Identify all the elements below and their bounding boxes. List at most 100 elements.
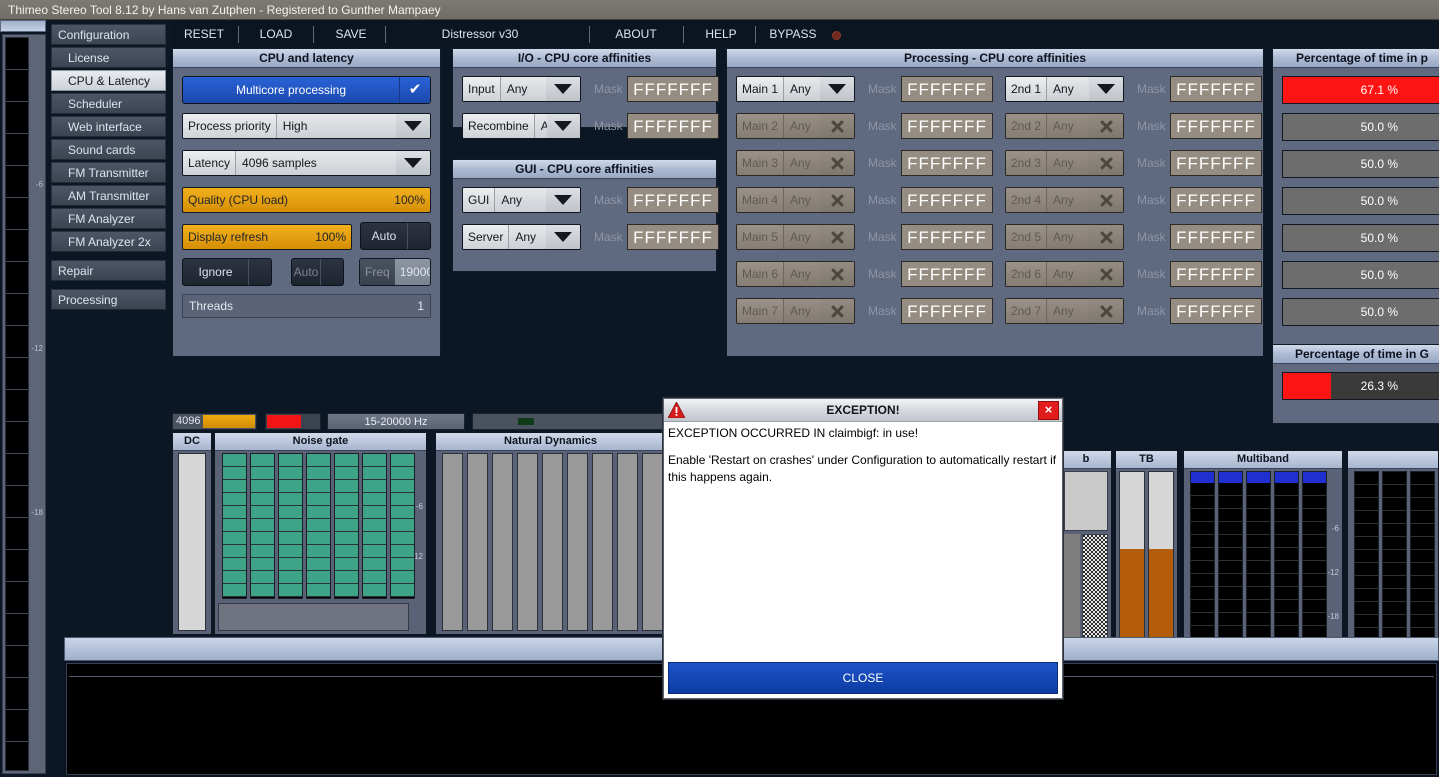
noise-gate-band[interactable] (222, 453, 247, 599)
mask-value[interactable]: FFFFFFF (627, 187, 719, 213)
natural-dynamics-band[interactable] (567, 453, 588, 631)
affinity-select-recombine[interactable]: RecombineAny (462, 113, 581, 139)
mask-value[interactable]: FFFFFFF (1170, 261, 1262, 287)
mask-value[interactable]: FFFFFFF (627, 224, 719, 250)
toolbar-bypass[interactable]: BYPASS (760, 20, 826, 48)
multiband-band[interactable] (1246, 471, 1271, 652)
chevron-down-icon[interactable] (396, 114, 430, 138)
ignore-auto-button[interactable]: Auto (291, 258, 344, 286)
affinity-select-2nd-6[interactable]: 2nd 6 Any (1005, 261, 1124, 287)
noise-gate-band[interactable] (306, 453, 331, 599)
close-button[interactable]: CLOSE (668, 662, 1058, 694)
multiband-band[interactable] (1190, 471, 1215, 652)
affinity-select-server[interactable]: Server Any (462, 224, 581, 250)
clear-x-icon[interactable] (1089, 151, 1123, 175)
natural-dynamics-band[interactable] (442, 453, 463, 631)
process-priority-select[interactable]: Process priority High (182, 113, 431, 139)
percentage-bar[interactable]: 50.0 % (1282, 224, 1439, 252)
noise-gate-band[interactable] (334, 453, 359, 599)
natural-dynamics-band[interactable] (467, 453, 488, 631)
percentage-bar[interactable]: 67.1 % (1282, 76, 1439, 104)
noise-gate-threshold-track[interactable] (218, 603, 409, 631)
percentage-bar[interactable]: 26.3 % (1282, 372, 1439, 400)
ignore-button[interactable]: Ignore (182, 258, 272, 286)
natural-dynamics-band[interactable] (617, 453, 638, 631)
toolbar-about[interactable]: ABOUT (594, 20, 678, 48)
chevron-down-icon[interactable] (546, 225, 580, 249)
sidebar-item-cpu-latency[interactable]: CPU & Latency (51, 70, 166, 91)
sidebar-item-fm-analyzer[interactable]: FM Analyzer (51, 208, 166, 229)
sidebar-item-sound-cards[interactable]: Sound cards (51, 139, 166, 160)
affinity-select-2nd-1[interactable]: 2nd 1 Any (1005, 76, 1124, 102)
affinity-select-input[interactable]: Input Any (462, 76, 581, 102)
noise-gate-band[interactable] (362, 453, 387, 599)
mask-value[interactable]: FFFFFFF (627, 113, 719, 139)
percentage-bar[interactable]: 50.0 % (1282, 113, 1439, 141)
latency-select[interactable]: Latency 4096 samples (182, 150, 431, 176)
sidebar-item-web-interface[interactable]: Web interface (51, 116, 166, 137)
affinity-select-2nd-5[interactable]: 2nd 5 Any (1005, 224, 1124, 250)
natural-dynamics-band[interactable] (517, 453, 538, 631)
chevron-down-icon[interactable] (546, 114, 580, 138)
mask-value[interactable]: FFFFFFF (1170, 187, 1262, 213)
clear-x-icon[interactable] (1089, 114, 1123, 138)
sidebar-item-fm-transmitter[interactable]: FM Transmitter (51, 162, 166, 183)
threads-row[interactable]: Threads 1 (182, 294, 431, 318)
mask-value[interactable]: FFFFFFF (1170, 298, 1262, 324)
ignore-slot[interactable] (248, 259, 271, 285)
percentage-bar[interactable]: 50.0 % (1282, 150, 1439, 178)
meter-band[interactable] (1354, 471, 1379, 654)
affinity-select-2nd-4[interactable]: 2nd 4 Any (1005, 187, 1124, 213)
clip-indicator[interactable] (265, 413, 321, 430)
noise-gate-band[interactable] (278, 453, 303, 599)
toolbar-reset[interactable]: RESET (171, 20, 237, 48)
chevron-down-icon[interactable] (546, 77, 580, 101)
chevron-down-icon[interactable] (396, 151, 430, 175)
percentage-bar[interactable]: 50.0 % (1282, 261, 1439, 289)
mask-value[interactable]: FFFFFFF (627, 76, 719, 102)
sidebar-item-license[interactable]: License (51, 47, 166, 68)
mask-value[interactable]: FFFFFFF (1170, 113, 1262, 139)
sidebar-item-fm-analyzer-2x[interactable]: FM Analyzer 2x (51, 231, 166, 252)
multiband-band[interactable] (1302, 471, 1327, 652)
mask-value[interactable]: FFFFFFF (1170, 224, 1262, 250)
clear-x-icon[interactable] (1089, 299, 1123, 323)
meter-band[interactable] (1410, 471, 1435, 654)
noise-gate-band[interactable] (390, 453, 415, 599)
toolbar-preset[interactable]: Distressor v30 (390, 20, 570, 48)
natural-dynamics-band[interactable] (542, 453, 563, 631)
affinity-select-2nd-3[interactable]: 2nd 3 Any (1005, 150, 1124, 176)
multiband-band[interactable] (1274, 471, 1299, 652)
toolbar-load[interactable]: LOAD (243, 20, 309, 48)
clear-x-icon[interactable] (1089, 225, 1123, 249)
chevron-down-icon[interactable] (1089, 77, 1123, 101)
toolbar-help[interactable]: HELP (688, 20, 754, 48)
meter-band[interactable] (1382, 471, 1407, 654)
toolbar-save[interactable]: SAVE (318, 20, 384, 48)
clear-x-icon[interactable] (1089, 188, 1123, 212)
natural-dynamics-band[interactable] (492, 453, 513, 631)
percentage-bar[interactable]: 50.0 % (1282, 298, 1439, 326)
affinity-select-2nd-2[interactable]: 2nd 2 Any (1005, 113, 1124, 139)
chevron-down-icon[interactable] (546, 188, 580, 212)
clear-x-icon[interactable] (1089, 262, 1123, 286)
freq-display[interactable]: Freq 19000 Hz (359, 258, 431, 286)
quality-cpu-load-slider[interactable]: Quality (CPU load) 100% (182, 187, 431, 213)
affinity-select-gui[interactable]: GUI Any (462, 187, 581, 213)
navigation-sidebar[interactable]: Configuration License CPU & Latency Schedul… (51, 24, 166, 312)
mask-value[interactable]: FFFFFFF (1170, 150, 1262, 176)
natural-dynamics-band[interactable] (642, 453, 663, 631)
display-refresh-auto-slot[interactable] (407, 223, 430, 249)
display-refresh-slider[interactable]: Display refresh 100% (182, 224, 352, 250)
ignore-auto-slot[interactable] (320, 259, 343, 285)
sidebar-item-configuration[interactable]: Configuration (51, 24, 166, 45)
sidebar-item-processing[interactable]: Processing (51, 289, 166, 310)
sidebar-item-scheduler[interactable]: Scheduler (51, 93, 166, 114)
noise-gate-band[interactable] (250, 453, 275, 599)
top-toolbar[interactable]: RESET LOAD SAVE Distressor v30 ABOUT HELP BYPA… (171, 20, 1439, 48)
percentage-bar[interactable]: 50.0 % (1282, 187, 1439, 215)
sidebar-item-am-transmitter[interactable]: AM Transmitter (51, 185, 166, 206)
sidebar-item-repair[interactable]: Repair (51, 260, 166, 281)
frequency-range-indicator[interactable]: 15-20000 Hz (327, 413, 465, 430)
mask-value[interactable]: FFFFFFF (1170, 76, 1262, 102)
